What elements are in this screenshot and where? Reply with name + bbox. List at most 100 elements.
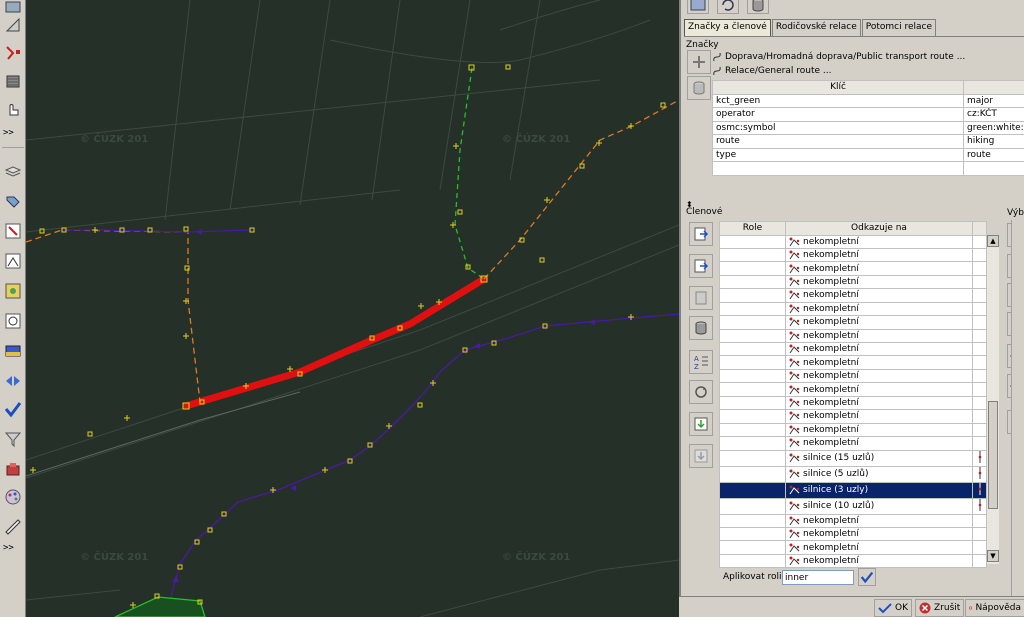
member-role-cell[interactable] <box>719 436 786 451</box>
member-row[interactable]: nekompletní <box>719 513 987 528</box>
split-way-icon[interactable] <box>2 220 24 242</box>
member-role-cell[interactable] <box>719 355 786 370</box>
layers-icon[interactable] <box>2 160 24 182</box>
select-nodes-icon[interactable] <box>2 42 24 64</box>
member-role-cell[interactable] <box>719 341 786 357</box>
member-row[interactable]: nekompletní <box>719 301 987 317</box>
more-tools-2-icon[interactable]: >> <box>3 543 14 553</box>
member-row[interactable]: nekompletní <box>719 274 987 290</box>
map-canvas[interactable] <box>26 0 679 617</box>
member-role-cell[interactable] <box>719 261 786 276</box>
member-ref-cell[interactable]: silnice (10 uzlů) <box>785 497 973 515</box>
tag-key-cell[interactable]: type <box>712 147 964 162</box>
building-icon[interactable] <box>2 70 24 92</box>
member-row[interactable]: nekompletní <box>719 247 987 263</box>
reverse-way-icon[interactable] <box>2 370 24 392</box>
member-role-header[interactable]: Role <box>719 221 786 236</box>
members-table[interactable]: Role Odkazuje na nekompletní nekompletní n… <box>719 221 987 569</box>
member-row[interactable]: nekompletní <box>719 234 987 249</box>
tab-parent-relations[interactable]: Rodičovské relace <box>771 19 861 36</box>
member-ref-cell[interactable]: nekompletní <box>785 341 973 357</box>
tag-row[interactable]: kct_green major <box>712 93 1024 108</box>
member-role-cell[interactable] <box>719 497 786 515</box>
apply-role-check-icon[interactable] <box>858 568 876 586</box>
tag-row-empty[interactable] <box>712 161 1024 176</box>
member-row[interactable]: nekompletní <box>719 315 987 330</box>
tag-key-cell[interactable]: osmc:symbol <box>712 120 964 135</box>
member-ref-cell[interactable]: nekompletní <box>785 288 973 303</box>
tag-row[interactable]: route hiking <box>712 134 1024 149</box>
tag-value-header[interactable] <box>963 80 1024 95</box>
tags-table[interactable]: Klíč kct_green major operator cz:KČT osmc:sy… <box>712 80 1024 176</box>
member-ref-cell[interactable]: nekompletní <box>785 540 973 555</box>
relation-icon[interactable] <box>2 280 24 302</box>
member-ref-cell[interactable]: nekompletní <box>785 247 973 263</box>
member-role-cell[interactable] <box>719 368 786 384</box>
filter-icon[interactable] <box>2 428 24 450</box>
members-scrollbar[interactable]: ▲ ▼ <box>986 235 999 564</box>
tag-value-cell[interactable] <box>963 161 1024 176</box>
member-role-cell[interactable] <box>719 328 786 344</box>
member-ref-cell[interactable]: silnice (5 uzlů) <box>785 465 973 483</box>
validate-check-icon[interactable] <box>2 398 24 420</box>
member-role-cell[interactable] <box>719 540 786 555</box>
relation-preset-general-route[interactable]: Relace/General route ... <box>712 66 831 76</box>
member-ref-cell[interactable]: nekompletní <box>785 382 973 397</box>
tag-value-cell[interactable]: cz:KČT <box>963 107 1024 122</box>
member-row[interactable]: nekompletní <box>719 355 987 370</box>
member-row[interactable]: nekompletní <box>719 382 987 397</box>
member-ref-cell[interactable]: nekompletní <box>785 395 973 411</box>
member-role-cell[interactable] <box>719 274 786 290</box>
style-palette-icon[interactable] <box>2 486 24 508</box>
member-ref-cell[interactable]: nekompletní <box>785 526 973 542</box>
combine-way-icon[interactable] <box>2 250 24 272</box>
scroll-thumb[interactable] <box>988 401 998 509</box>
measure-icon[interactable] <box>2 516 24 538</box>
member-role-cell[interactable] <box>719 481 786 499</box>
tag-key-cell[interactable]: operator <box>712 107 964 122</box>
member-ref-cell[interactable]: nekompletní <box>785 409 973 424</box>
member-ref-cell[interactable]: silnice (15 uzlů) <box>785 449 973 467</box>
member-row[interactable]: nekompletní <box>719 409 987 424</box>
hand-pointer-icon[interactable] <box>2 98 24 120</box>
edit-member-icon[interactable] <box>689 286 713 310</box>
member-ref-cell[interactable]: silnice (3 uzly) <box>785 481 973 499</box>
member-row[interactable]: nekompletní <box>719 261 987 276</box>
remove-member-icon[interactable] <box>689 316 713 340</box>
member-ref-cell[interactable]: nekompletní <box>785 274 973 290</box>
member-role-cell[interactable] <box>719 301 786 317</box>
circle-nodes-icon[interactable] <box>2 310 24 332</box>
member-row[interactable]: nekompletní <box>719 526 987 542</box>
member-role-cell[interactable] <box>719 465 786 483</box>
tag-icon[interactable] <box>2 190 24 212</box>
relation-preset-public-transport[interactable]: Doprava/Hromadná doprava/Public transpor… <box>712 52 965 62</box>
tag-row[interactable]: type route <box>712 147 1024 162</box>
tag-row[interactable]: osmc:symbol green:white:g <box>712 120 1024 135</box>
member-role-cell[interactable] <box>719 422 786 438</box>
member-ref-cell[interactable]: nekompletní <box>785 261 973 276</box>
member-row[interactable]: silnice (10 uzlů) <box>719 497 987 515</box>
tag-value-cell[interactable]: major <box>963 93 1024 108</box>
scroll-down-icon[interactable]: ▼ <box>987 550 999 562</box>
map-view[interactable]: © ČÚZK 201 © ČÚZK 201 © ČÚZK 201 © ČÚZK … <box>26 0 679 617</box>
add-tag-icon[interactable] <box>687 50 711 74</box>
tag-key-cell[interactable]: route <box>712 134 964 149</box>
member-role-cell[interactable] <box>719 315 786 330</box>
member-role-cell[interactable] <box>719 288 786 303</box>
scroll-up-icon[interactable]: ▲ <box>987 235 999 247</box>
tag-value-cell[interactable]: route <box>963 147 1024 162</box>
splitter-handle-icon[interactable]: ⬍ <box>686 200 693 209</box>
help-button[interactable]: Nápověda <box>965 599 1024 617</box>
member-role-cell[interactable] <box>719 234 786 249</box>
member-row[interactable]: silnice (3 uzly) <box>719 481 987 499</box>
member-row[interactable]: silnice (5 uzlů) <box>719 465 987 483</box>
member-ref-cell[interactable]: nekompletní <box>785 315 973 330</box>
member-row[interactable]: nekompletní <box>719 540 987 555</box>
member-row[interactable]: nekompletní <box>719 395 987 411</box>
role-input[interactable] <box>782 570 854 585</box>
more-tools-icon[interactable]: >> <box>3 128 14 138</box>
ok-button[interactable]: OK <box>874 599 912 617</box>
member-role-cell[interactable] <box>719 513 786 528</box>
download-members-icon[interactable] <box>689 412 713 436</box>
member-ref-cell[interactable]: nekompletní <box>785 422 973 438</box>
